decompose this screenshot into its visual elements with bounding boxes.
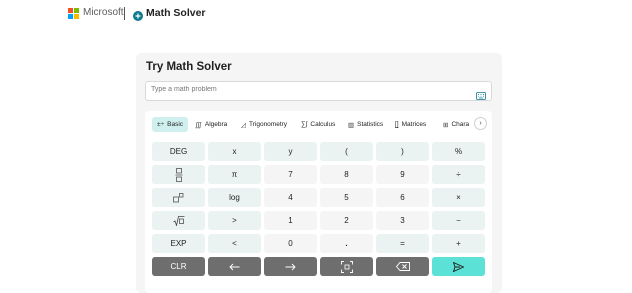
key-percent[interactable]: % — [432, 142, 485, 161]
backspace-icon — [395, 262, 410, 271]
category-tabs: ±÷ Basic ∭ Algebra ◿ Trigonometry ∑∫ Cal… — [150, 116, 480, 134]
tab-matrices[interactable]: ⦋⦌ Matrices — [390, 117, 431, 132]
tab-trigonometry[interactable]: ◿ Trigonometry — [236, 117, 292, 132]
keyboard-icon[interactable] — [476, 87, 486, 105]
panel-title: Try Math Solver — [146, 61, 232, 73]
key-deg[interactable]: DEG — [152, 142, 205, 161]
tab-label: Trigonometry — [249, 121, 288, 128]
key-matrix[interactable] — [320, 257, 373, 276]
key-pi[interactable]: π — [208, 165, 261, 184]
microsoft-logo-icon[interactable] — [68, 8, 79, 19]
key-clear[interactable]: CLR — [152, 257, 205, 276]
key-2[interactable]: 2 — [320, 211, 373, 230]
characters-icon: ⊞ — [443, 121, 449, 129]
key-exponent[interactable] — [152, 188, 205, 207]
key-x[interactable]: x — [208, 142, 261, 161]
exponent-icon — [173, 192, 184, 203]
app-name[interactable]: Math Solver — [146, 7, 206, 19]
algebra-icon: ∭ — [195, 121, 202, 129]
key-4[interactable]: 4 — [264, 188, 317, 207]
calculus-icon: ∑∫ — [301, 121, 308, 128]
calculator-keypad: ±÷ Basic ∭ Algebra ◿ Trigonometry ∑∫ Cal… — [145, 111, 492, 293]
key-log[interactable]: log — [208, 188, 261, 207]
key-equals[interactable]: = — [376, 234, 429, 253]
math-problem-input[interactable] — [151, 86, 461, 93]
tab-calculus[interactable]: ∑∫ Calculus — [296, 117, 340, 132]
arrow-left-icon — [229, 263, 240, 271]
triangle-icon: ◿ — [241, 121, 246, 129]
tabs-next-button[interactable]: › — [474, 117, 487, 130]
key-decimal[interactable]: . — [320, 234, 373, 253]
key-3[interactable]: 3 — [376, 211, 429, 230]
send-icon — [453, 261, 464, 272]
key-greater-than[interactable]: > — [208, 211, 261, 230]
top-bar: Microsoft Math Solver — [0, 0, 632, 28]
key-root[interactable] — [152, 211, 205, 230]
matrix-cursor-icon — [340, 260, 353, 273]
key-send[interactable] — [432, 257, 485, 276]
key-open-paren[interactable]: ( — [320, 142, 373, 161]
chevron-right-icon: › — [479, 120, 482, 127]
statistics-icon: ▥ — [348, 121, 355, 129]
key-minus[interactable]: − — [432, 211, 485, 230]
tab-basic[interactable]: ±÷ Basic — [152, 117, 189, 132]
key-right-arrow[interactable] — [264, 257, 317, 276]
key-left-arrow[interactable] — [208, 257, 261, 276]
arrow-right-icon — [285, 263, 296, 271]
key-plus[interactable]: + — [432, 234, 485, 253]
key-0[interactable]: 0 — [264, 234, 317, 253]
math-solver-icon — [133, 8, 143, 26]
tab-label: Basic — [167, 121, 184, 128]
key-divide[interactable]: ÷ — [432, 165, 485, 184]
tab-label: Chara — [451, 121, 470, 128]
math-solver-panel: Try Math Solver ±÷ Basic ∭ Algebra ◿ Tri… — [136, 53, 502, 293]
key-multiply[interactable]: × — [432, 188, 485, 207]
tab-label: Statistics — [357, 121, 384, 128]
tab-label: Matrices — [401, 121, 427, 128]
square-root-icon — [172, 215, 185, 226]
microsoft-brand[interactable]: Microsoft — [83, 7, 124, 18]
key-y[interactable]: y — [264, 142, 317, 161]
key-6[interactable]: 6 — [376, 188, 429, 207]
tab-statistics[interactable]: ▥ Statistics — [343, 117, 388, 132]
key-7[interactable]: 7 — [264, 165, 317, 184]
tab-algebra[interactable]: ∭ Algebra — [190, 117, 232, 132]
key-fraction[interactable] — [152, 165, 205, 184]
key-backspace[interactable] — [376, 257, 429, 276]
tab-label: Calculus — [310, 121, 336, 128]
key-1[interactable]: 1 — [264, 211, 317, 230]
key-exp[interactable]: EXP — [152, 234, 205, 253]
key-close-paren[interactable]: ) — [376, 142, 429, 161]
fraction-icon — [175, 167, 183, 182]
tab-characters[interactable]: ⊞ Chara — [438, 117, 474, 132]
key-8[interactable]: 8 — [320, 165, 373, 184]
math-problem-input-box[interactable] — [145, 81, 492, 101]
matrix-icon: ⦋⦌ — [395, 120, 399, 128]
tab-label: Algebra — [204, 121, 228, 128]
header-divider — [124, 7, 125, 20]
plus-minus-icon: ±÷ — [157, 121, 165, 128]
key-less-than[interactable]: < — [208, 234, 261, 253]
key-9[interactable]: 9 — [376, 165, 429, 184]
key-5[interactable]: 5 — [320, 188, 373, 207]
